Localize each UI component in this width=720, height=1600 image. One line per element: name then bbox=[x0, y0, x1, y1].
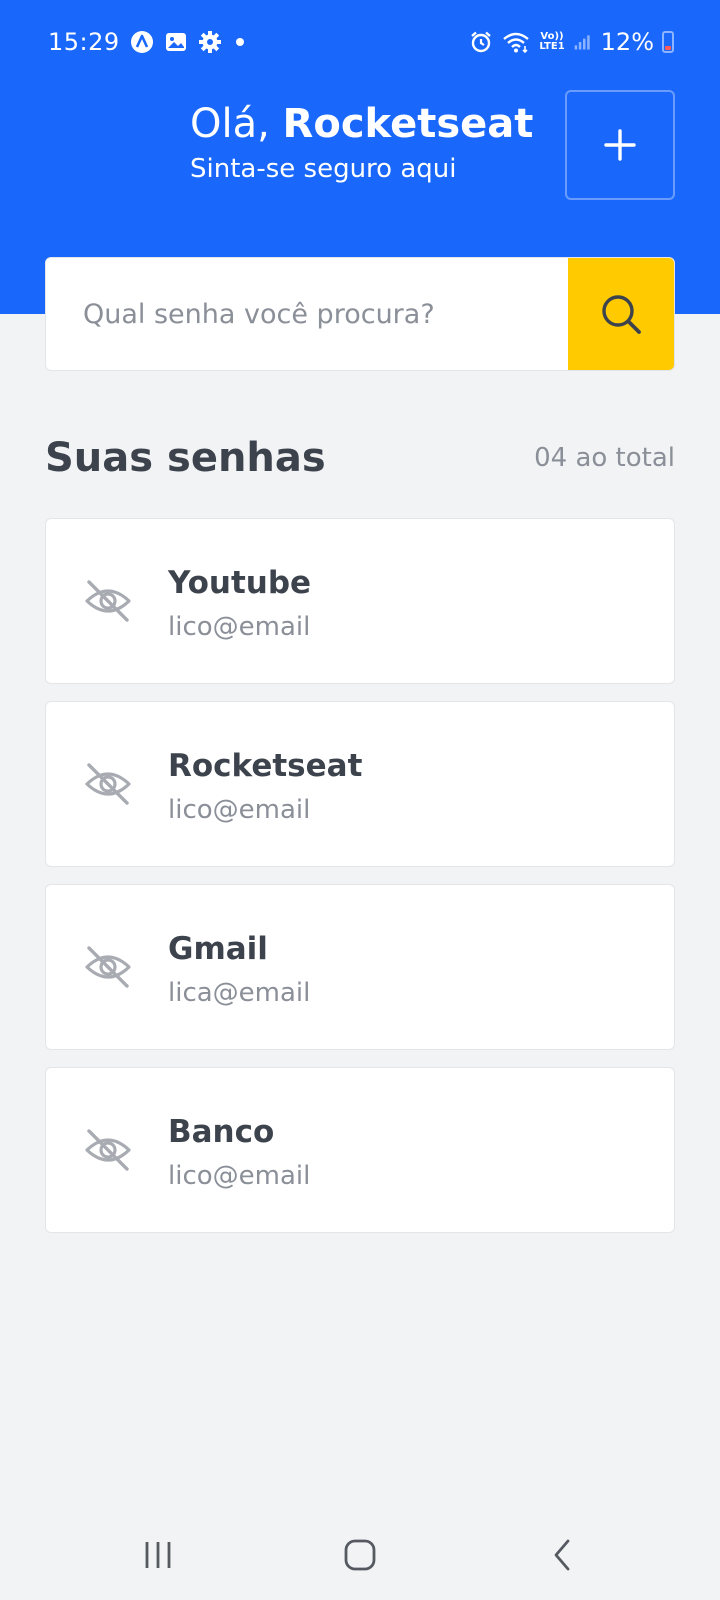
password-email: lico@email bbox=[168, 612, 311, 642]
password-email: lica@email bbox=[168, 978, 311, 1008]
eye-off-icon[interactable] bbox=[82, 575, 134, 627]
a-logo-icon bbox=[130, 31, 153, 53]
eye-off-icon[interactable] bbox=[82, 941, 134, 993]
password-title: Gmail bbox=[168, 931, 268, 967]
password-card[interactable]: Rocketseat lico@email bbox=[45, 701, 675, 867]
greeting-title: Olá, Rocketseat bbox=[190, 98, 540, 150]
wifi-icon bbox=[503, 32, 530, 54]
plus-icon bbox=[604, 129, 636, 161]
search-icon bbox=[602, 295, 641, 334]
navigation-bar bbox=[0, 1510, 720, 1600]
dot-icon bbox=[235, 38, 244, 46]
password-count: 04 ao total bbox=[534, 443, 675, 473]
battery-icon bbox=[662, 31, 674, 53]
password-card[interactable]: Youtube lico@email bbox=[45, 518, 675, 684]
greeting-subtitle: Sinta-se seguro aqui bbox=[190, 154, 457, 184]
password-card[interactable]: Banco lico@email bbox=[45, 1067, 675, 1233]
search-button[interactable] bbox=[568, 258, 674, 370]
password-card[interactable]: Gmail lica@email bbox=[45, 884, 675, 1050]
back-button[interactable] bbox=[532, 1530, 592, 1580]
home-icon bbox=[344, 1539, 376, 1571]
password-title: Rocketseat bbox=[168, 748, 363, 784]
password-email: lico@email bbox=[168, 1161, 311, 1191]
status-right: Vo)) LTE1 12% bbox=[469, 22, 674, 62]
greeting: Olá, Rocketseat Sinta-se seguro aqui bbox=[190, 98, 540, 186]
gear-icon bbox=[198, 31, 221, 53]
battery-text: 12% bbox=[600, 28, 654, 56]
eye-off-icon-graphic bbox=[85, 580, 131, 622]
password-card-text: Gmail lica@email bbox=[168, 929, 310, 1011]
password-title: Banco bbox=[168, 1114, 275, 1150]
signal-icon bbox=[574, 35, 590, 50]
recent-apps-button[interactable] bbox=[128, 1530, 188, 1580]
add-password-button[interactable] bbox=[565, 90, 675, 200]
eye-off-icon-graphic bbox=[85, 946, 131, 988]
password-list: Youtube lico@email Rocketseat lico@email Gma… bbox=[45, 518, 675, 1250]
eye-off-icon[interactable] bbox=[82, 1124, 134, 1176]
status-bar: 15:29 Vo)) LTE1 12% bbox=[0, 22, 720, 62]
password-card-text: Banco lico@email bbox=[168, 1112, 310, 1194]
password-card-text: Rocketseat lico@email bbox=[168, 746, 362, 828]
search-box bbox=[45, 257, 675, 371]
volte-bottom: LTE1 bbox=[539, 41, 565, 52]
alarm-icon bbox=[471, 31, 492, 53]
password-email: lico@email bbox=[168, 795, 311, 825]
eye-off-icon[interactable] bbox=[82, 758, 134, 810]
back-icon bbox=[554, 1539, 570, 1571]
password-card-text: Youtube lico@email bbox=[168, 563, 311, 645]
user-name: Rocketseat bbox=[282, 101, 534, 147]
status-left: 15:29 bbox=[48, 22, 244, 62]
eye-off-icon-graphic bbox=[85, 1129, 131, 1171]
volte-icon: Vo)) LTE1 bbox=[539, 32, 564, 52]
status-time: 15:29 bbox=[48, 28, 120, 56]
recent-apps-icon bbox=[145, 1542, 171, 1568]
section-header: Suas senhas 04 ao total bbox=[45, 430, 675, 486]
gallery-icon bbox=[165, 33, 186, 51]
password-title: Youtube bbox=[168, 565, 312, 601]
eye-off-icon-graphic bbox=[85, 763, 131, 805]
greeting-prefix: Olá, bbox=[190, 101, 283, 147]
home-button[interactable] bbox=[330, 1530, 390, 1580]
section-title: Suas senhas bbox=[45, 435, 326, 481]
search-input[interactable] bbox=[46, 258, 568, 370]
